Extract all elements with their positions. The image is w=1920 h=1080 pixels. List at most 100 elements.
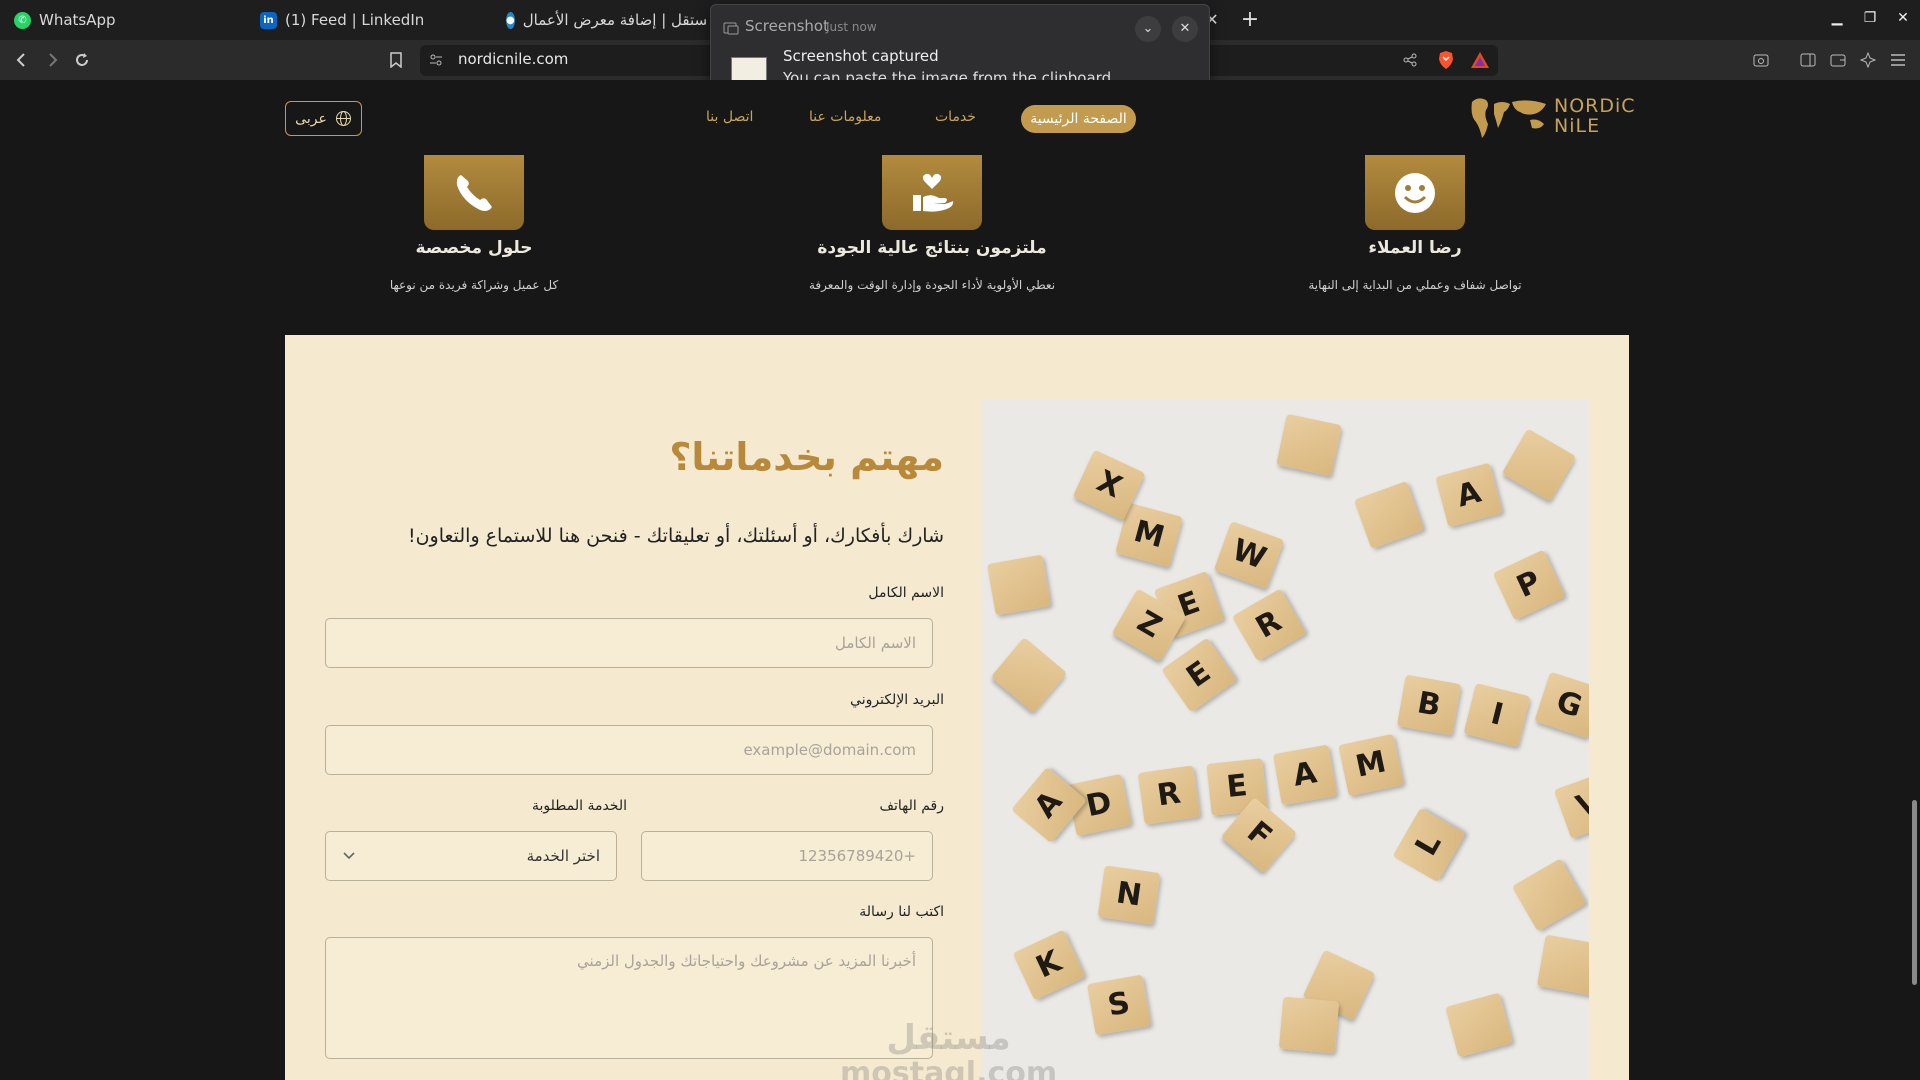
scrabble-tile <box>990 637 1068 713</box>
menu-icon[interactable] <box>1886 48 1910 72</box>
brave-shields-icon[interactable] <box>1434 48 1458 72</box>
new-tab-button[interactable]: + <box>1238 8 1262 32</box>
service-select[interactable]: اختر الخدمة <box>325 831 617 881</box>
scrabble-tile: I <box>1463 682 1531 748</box>
watermark-arabic: مستقل <box>886 1018 1011 1058</box>
logo-line-1: NORDiC <box>1554 95 1636 117</box>
email-placeholder: example@domain.com <box>743 741 916 759</box>
smiley-icon <box>1365 155 1465 230</box>
feature-desc-satisfaction: تواصل شفاف وعملي من البداية إلى النهاية <box>1308 278 1522 292</box>
nav-link-home[interactable]: الصفحة الرئيسية <box>1021 105 1136 133</box>
phone-placeholder: +12356789420 <box>798 847 916 865</box>
logo-wordmark: NORDiC NiLE <box>1554 96 1636 136</box>
window-close-icon[interactable]: ✕ <box>1893 10 1913 26</box>
logo-line-2: NiLE <box>1554 115 1601 137</box>
message-placeholder: أخبرنا المزيد عن مشروعك واحتياجاتك والجد… <box>577 952 916 970</box>
chevron-down-icon <box>343 852 355 860</box>
scrabble-tile <box>1501 428 1577 502</box>
scrabble-tile <box>1278 996 1340 1054</box>
reload-icon[interactable] <box>70 48 94 72</box>
scrabble-tile: L <box>1392 807 1466 883</box>
feature-desc-quality: نعطي الأولوية لأداء الجودة وإدارة الوقت … <box>808 278 1056 292</box>
scrabble-tile: S <box>1086 974 1152 1036</box>
nav-link-about[interactable]: معلومات عنا <box>809 109 881 125</box>
leo-ai-icon[interactable] <box>1856 48 1880 72</box>
chevron-down-icon[interactable]: ⌄ <box>1135 16 1161 42</box>
minimize-icon[interactable]: ▁ <box>1827 10 1847 26</box>
scrabble-tile <box>1445 992 1513 1058</box>
whatsapp-icon: ✆ <box>14 11 31 29</box>
email-field[interactable]: example@domain.com <box>325 725 933 775</box>
feature-title-quality: ملتزمون بنتائج عالية الجودة <box>817 238 1047 258</box>
mostaql-icon: ● <box>506 11 515 29</box>
web-page: عربى اتصل بنا معلومات عنا خدمات الصفحة ا… <box>0 80 1920 1080</box>
feature-desc-custom-solutions: كل عميل وشراكة فريدة من نوعها <box>389 278 559 292</box>
feature-title-satisfaction: رضا العملاء <box>1368 238 1462 258</box>
forward-icon[interactable] <box>40 48 64 72</box>
scrabble-tile: B <box>1396 674 1462 736</box>
scrabble-tile: N <box>1097 865 1161 925</box>
hand-heart-icon <box>882 155 982 230</box>
scrabble-tile: E <box>1161 637 1237 713</box>
name-label: الاسم الكامل <box>868 585 944 601</box>
scrabble-tile: W <box>1213 520 1285 590</box>
service-selected-value: اختر الخدمة <box>526 847 600 865</box>
tab-linkedin[interactable]: in (1) Feed | LinkedIn <box>260 0 424 40</box>
tab-title: مستقل | إضافة معرض الأعمال <box>522 11 706 29</box>
share-icon[interactable] <box>1398 48 1422 72</box>
watermark-latin: mostaql.com <box>840 1056 1058 1080</box>
scrabble-tile: G <box>1534 671 1589 739</box>
scrabble-tile <box>1353 480 1425 550</box>
mostaql-watermark: مستقل mostaql.com <box>840 1020 1057 1080</box>
nav-link-contact[interactable]: اتصل بنا <box>706 109 753 125</box>
back-icon[interactable] <box>10 48 34 72</box>
site-navbar: عربى اتصل بنا معلومات عنا خدمات الصفحة ا… <box>0 80 1920 154</box>
full-name-placeholder: الاسم الكامل <box>834 634 916 652</box>
scrabble-tile: A <box>1435 462 1503 528</box>
screenshot-tool-icon[interactable] <box>1749 48 1773 72</box>
nav-link-services[interactable]: خدمات <box>935 109 976 125</box>
tab-whatsapp[interactable]: ✆ WhatsApp <box>14 0 116 40</box>
scrabble-tile: A <box>1272 744 1338 806</box>
close-icon[interactable]: ✕ <box>1172 16 1198 42</box>
contact-section: DREAMBIGNERMSKFLVAEWZXPA مهتم بخدماتنا؟ … <box>285 335 1629 1080</box>
notification-title: Screenshot captured <box>783 47 939 65</box>
scrabble-tile: M <box>1338 733 1404 797</box>
sidebar-icon[interactable] <box>1796 48 1820 72</box>
contact-heading: مهتم بخدماتنا؟ <box>669 435 944 479</box>
contact-subheading: شارك بأفكارك، أو أسئلتك، أو تعليقاتك - ف… <box>407 525 944 547</box>
bookmark-icon[interactable] <box>384 48 408 72</box>
tab-title: (1) Feed | LinkedIn <box>285 11 425 29</box>
scrabble-tile <box>1511 858 1587 932</box>
language-label: عربى <box>295 110 327 127</box>
globe-icon <box>335 111 351 126</box>
page-scrollbar[interactable] <box>1912 800 1917 985</box>
scrabble-dream-big-photo: DREAMBIGNERMSKFLVAEWZXPA <box>981 399 1589 1080</box>
scrabble-tile: P <box>1492 549 1566 621</box>
language-button[interactable]: عربى <box>285 101 362 136</box>
wallet-icon[interactable] <box>1826 48 1850 72</box>
screenshot-app-icon <box>723 22 739 35</box>
email-label: البريد الإلكتروني <box>850 692 944 708</box>
tab-title: WhatsApp <box>39 11 116 29</box>
scrabble-tile: R <box>1231 588 1307 662</box>
scrabble-tile: K <box>1012 929 1086 1001</box>
scrabble-tile <box>1276 413 1342 477</box>
url-text: nordicnile.com <box>458 50 569 68</box>
scrabble-tile <box>1536 934 1589 996</box>
notification-time: Just now <box>826 20 877 34</box>
feature-title-custom-solutions: حلول مخصصة <box>415 238 533 258</box>
phone-field[interactable]: +12356789420 <box>641 831 933 881</box>
scrabble-tile <box>986 554 1052 616</box>
site-settings-icon[interactable] <box>424 48 448 72</box>
maximize-icon[interactable]: ❐ <box>1860 10 1880 26</box>
tab-mostaql[interactable]: ● مستقل | إضافة معرض الأعمال <box>506 0 706 40</box>
message-label: اكتب لنا رسالة <box>859 904 944 920</box>
brave-rewards-icon[interactable] <box>1468 48 1492 72</box>
notification-app-name: Screenshot <box>745 17 829 35</box>
phone-icon <box>424 155 524 230</box>
scrabble-tile: V <box>1553 770 1589 840</box>
phone-label: رقم الهاتف <box>879 798 944 814</box>
full-name-field[interactable]: الاسم الكامل <box>325 618 933 668</box>
service-label: الخدمة المطلوبة <box>532 798 627 814</box>
